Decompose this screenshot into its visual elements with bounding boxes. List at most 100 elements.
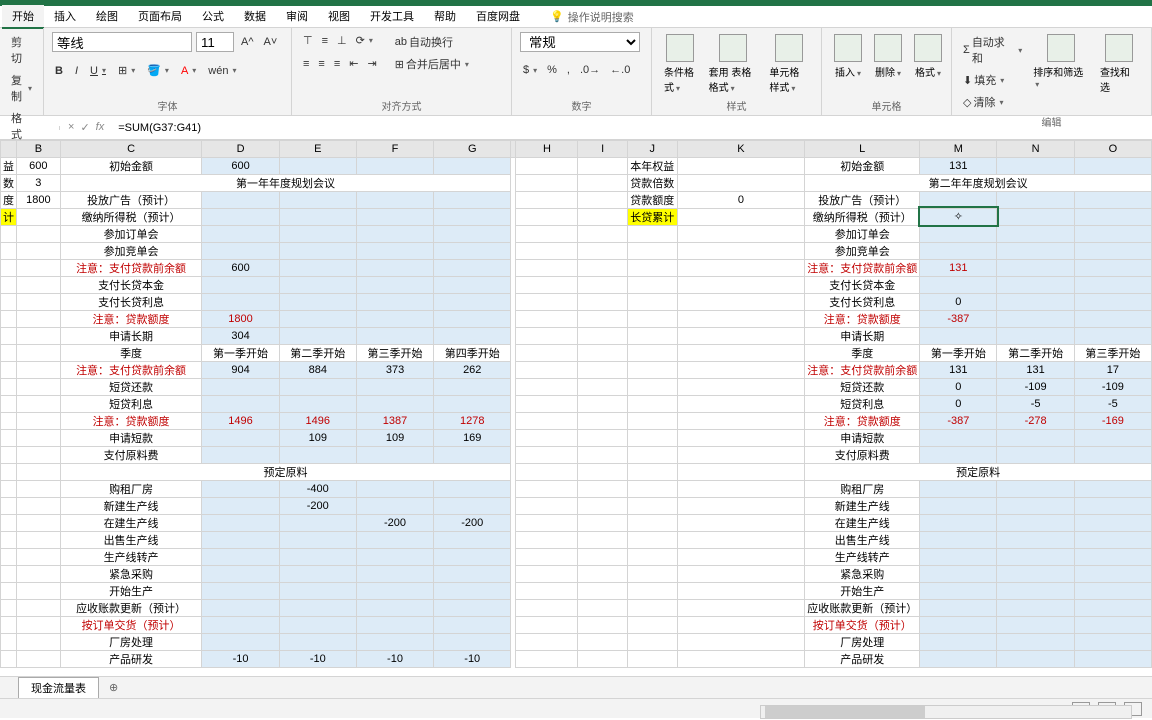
fill-color-button[interactable]: 🪣 <box>144 62 172 79</box>
cell[interactable]: 购租厂房 <box>60 480 202 497</box>
cell[interactable] <box>17 395 61 412</box>
cell[interactable]: 厂房处理 <box>805 633 920 650</box>
cell[interactable]: 注意：贷款额度 <box>805 412 920 429</box>
cell[interactable] <box>1074 548 1151 565</box>
cell[interactable] <box>920 446 997 463</box>
align-right-button[interactable]: ≡ <box>331 55 343 72</box>
cell[interactable] <box>578 327 627 344</box>
cell[interactable] <box>677 412 805 429</box>
cell[interactable] <box>202 276 279 293</box>
cancel-formula-icon[interactable]: × <box>68 121 74 134</box>
cell[interactable] <box>434 259 511 276</box>
cell[interactable]: 产品研发 <box>805 650 920 667</box>
cell[interactable] <box>578 225 627 242</box>
cell[interactable] <box>17 480 61 497</box>
cell[interactable] <box>356 378 433 395</box>
cell[interactable] <box>920 327 997 344</box>
cell[interactable] <box>578 361 627 378</box>
cell[interactable]: -200 <box>356 514 433 531</box>
menu-tab-6[interactable]: 审阅 <box>276 5 318 29</box>
cell[interactable] <box>516 310 578 327</box>
cell[interactable] <box>627 616 677 633</box>
cell[interactable] <box>997 191 1074 208</box>
cell[interactable]: 产品研发 <box>60 650 202 667</box>
cell[interactable] <box>1 225 17 242</box>
cell[interactable]: 第三季开始 <box>356 344 433 361</box>
cell[interactable] <box>627 395 677 412</box>
col-header[interactable]: B <box>17 141 61 158</box>
cell[interactable] <box>920 531 997 548</box>
cell[interactable]: 第一年年度规划会议 <box>60 174 511 191</box>
cell[interactable] <box>578 259 627 276</box>
cell[interactable] <box>202 633 279 650</box>
cell[interactable]: -400 <box>279 480 356 497</box>
col-header[interactable]: O <box>1074 141 1151 158</box>
font-name-input[interactable] <box>52 32 192 52</box>
cell[interactable] <box>516 650 578 667</box>
cell[interactable] <box>279 276 356 293</box>
cell[interactable] <box>516 276 578 293</box>
cell[interactable] <box>627 361 677 378</box>
cell[interactable] <box>578 378 627 395</box>
cell[interactable] <box>516 633 578 650</box>
cell[interactable] <box>1 599 17 616</box>
cell[interactable]: 紧急采购 <box>805 565 920 582</box>
cell[interactable] <box>578 514 627 531</box>
cell[interactable] <box>356 599 433 616</box>
cell[interactable] <box>17 259 61 276</box>
cell[interactable]: 373 <box>356 361 433 378</box>
cell[interactable] <box>17 361 61 378</box>
cell[interactable] <box>434 565 511 582</box>
cell[interactable] <box>1 378 17 395</box>
cell[interactable]: 支付原料费 <box>805 446 920 463</box>
col-header[interactable]: L <box>805 141 920 158</box>
cell[interactable] <box>920 633 997 650</box>
bold-button[interactable]: B <box>52 62 66 79</box>
menu-tab-3[interactable]: 页面布局 <box>128 5 192 29</box>
cell[interactable]: 注意：贷款额度 <box>805 310 920 327</box>
cell[interactable] <box>1074 565 1151 582</box>
percent-button[interactable]: % <box>544 62 560 78</box>
cell[interactable]: 益 <box>1 157 17 174</box>
cell[interactable] <box>1074 446 1151 463</box>
increase-font-button[interactable]: A^ <box>238 32 257 52</box>
cell[interactable] <box>677 174 805 191</box>
sheet-tab-active[interactable]: 现金流量表 <box>18 677 99 698</box>
underline-button[interactable]: U <box>87 62 109 79</box>
cell[interactable] <box>17 650 61 667</box>
enter-formula-icon[interactable]: ✓ <box>80 121 89 134</box>
cell[interactable] <box>279 616 356 633</box>
cell[interactable] <box>920 191 997 208</box>
copy-button[interactable]: 复制 <box>8 70 35 106</box>
cell[interactable]: 应收账款更新（预计） <box>805 599 920 616</box>
cell[interactable] <box>17 497 61 514</box>
cell[interactable]: 注意：支付贷款前余额 <box>60 361 202 378</box>
cell[interactable]: -5 <box>1074 395 1151 412</box>
cell[interactable] <box>578 582 627 599</box>
menu-tab-5[interactable]: 数据 <box>234 5 276 29</box>
cell[interactable] <box>516 463 578 480</box>
cell[interactable]: 生产线转产 <box>60 548 202 565</box>
cell[interactable]: -278 <box>997 412 1074 429</box>
cell[interactable] <box>677 633 805 650</box>
menu-tab-4[interactable]: 公式 <box>192 5 234 29</box>
cell[interactable] <box>997 276 1074 293</box>
cell[interactable]: 短贷利息 <box>60 395 202 412</box>
cell[interactable] <box>997 497 1074 514</box>
cell[interactable] <box>627 531 677 548</box>
cell[interactable] <box>997 446 1074 463</box>
cut-button[interactable]: 剪切 <box>8 32 35 68</box>
cell[interactable] <box>279 395 356 412</box>
cell[interactable]: 1800 <box>17 191 61 208</box>
col-header[interactable]: J <box>627 141 677 158</box>
cell[interactable] <box>677 395 805 412</box>
cell[interactable]: 0 <box>920 378 997 395</box>
cell[interactable] <box>1 276 17 293</box>
cell[interactable]: 3 <box>17 174 61 191</box>
cell[interactable] <box>516 514 578 531</box>
cell[interactable] <box>516 599 578 616</box>
cell[interactable]: -5 <box>997 395 1074 412</box>
cell[interactable] <box>578 633 627 650</box>
cell[interactable] <box>1 446 17 463</box>
cell[interactable] <box>356 582 433 599</box>
